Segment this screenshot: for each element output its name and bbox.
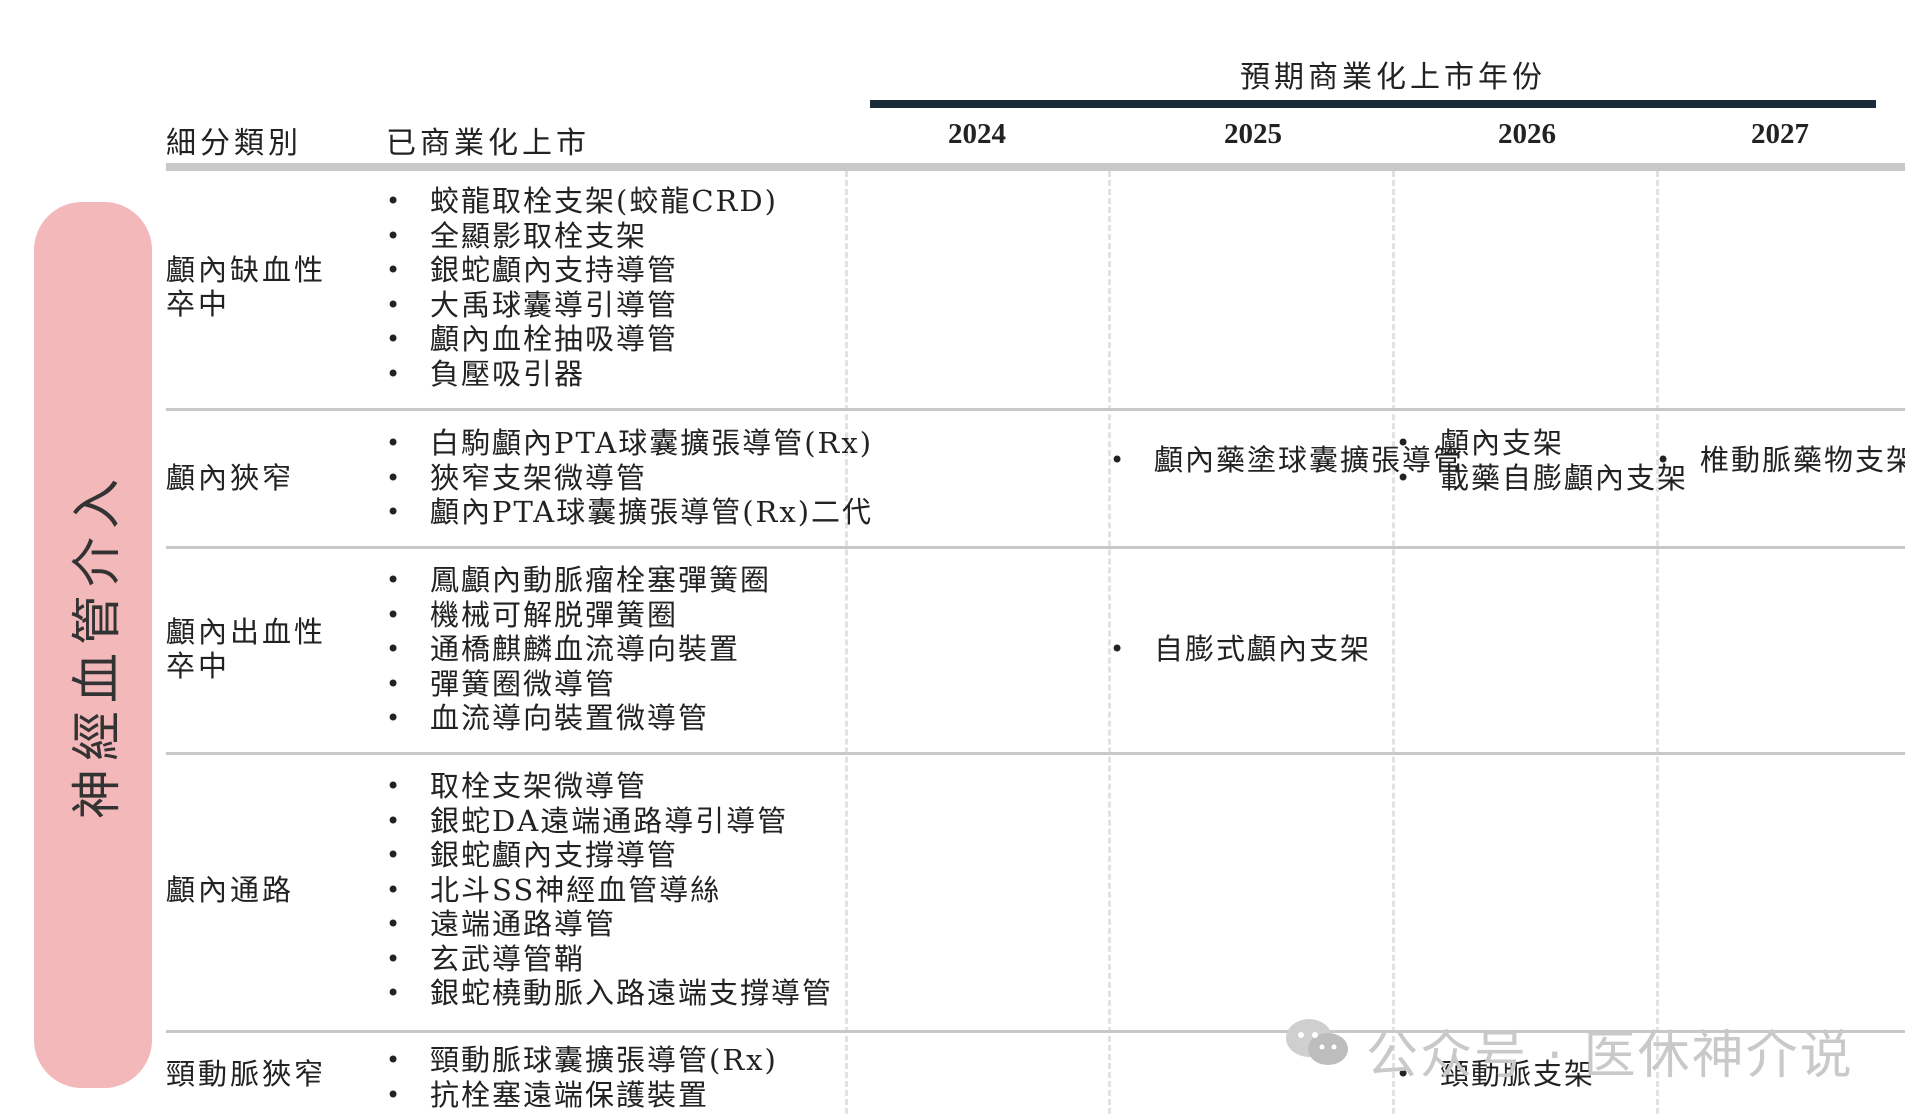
list-item: 銀蛇顱內支持導管 bbox=[386, 253, 778, 288]
list-item: 顱內血栓抽吸導管 bbox=[386, 322, 778, 357]
expected-year-header: 預期商業化上市年份 bbox=[1240, 60, 1546, 95]
list-item: 北斗SS神經血管導絲 bbox=[386, 873, 833, 908]
list-item: 顱內PTA球囊擴張導管(Rx)二代 bbox=[386, 495, 873, 530]
category-ischemic-stroke: 顱內缺血性卒中 bbox=[166, 253, 327, 321]
list-item: 玄武導管鞘 bbox=[386, 942, 833, 977]
marketed-list-carotid: 頸動脈球囊擴張導管(Rx) 抗栓塞遠端保護裝置 bbox=[386, 1043, 778, 1112]
list-item: 銀蛇DA遠端通路導引導管 bbox=[386, 804, 833, 839]
row-separator bbox=[166, 408, 1905, 411]
list-item: 狹窄支架微導管 bbox=[386, 461, 873, 496]
list-item: 血流導向裝置微導管 bbox=[386, 701, 771, 736]
list-item: 載藥自膨顱內支架 bbox=[1396, 461, 1686, 496]
list-item: 白駒顱內PTA球囊擴張導管(Rx) bbox=[386, 426, 873, 461]
list-item: 銀蛇顱內支撐導管 bbox=[386, 838, 833, 873]
marketed-list-ischemic: 蛟龍取栓支架(蛟龍CRD) 全顯影取栓支架 銀蛇顱內支持導管 大禹球囊導引導管 … bbox=[386, 184, 778, 391]
y2027-list-stenosis: 椎動脈藥物支架 bbox=[1656, 443, 1905, 478]
list-item: 頸動脈球囊擴張導管(Rx) bbox=[386, 1043, 778, 1078]
category-carotid-stenosis: 頸動脈狹窄 bbox=[166, 1057, 327, 1091]
year-2026-header: 2026 bbox=[1498, 118, 1556, 150]
list-item: 鳳顱內動脈瘤栓塞彈簧圈 bbox=[386, 563, 771, 598]
watermark-text: 公众号 · 医休神介说 bbox=[1366, 1026, 1854, 1086]
year-2027-header: 2027 bbox=[1751, 118, 1809, 150]
neurovascular-side-label: 神經血管介入 bbox=[34, 202, 152, 1088]
list-item: 通橋麒麟血流導向裝置 bbox=[386, 632, 771, 667]
list-item: 取栓支架微導管 bbox=[386, 769, 833, 804]
category-intracranial-access: 顱內通路 bbox=[166, 873, 295, 907]
row-separator bbox=[166, 752, 1905, 755]
marketed-header: 已商業化上市 bbox=[386, 126, 590, 161]
year-2025-header: 2025 bbox=[1224, 118, 1282, 150]
year-2024-header: 2024 bbox=[948, 118, 1006, 150]
y2025-list-stenosis: 顱內藥塗球囊擴張導管 bbox=[1110, 443, 1462, 478]
category-hemorrhagic-stroke: 顱內出血性卒中 bbox=[166, 615, 327, 683]
marketed-list-stenosis: 白駒顱內PTA球囊擴張導管(Rx) 狹窄支架微導管 顱內PTA球囊擴張導管(Rx… bbox=[386, 426, 873, 530]
list-item: 負壓吸引器 bbox=[386, 357, 778, 392]
column-separator bbox=[1656, 171, 1659, 1114]
row-separator bbox=[166, 546, 1905, 549]
list-item: 機械可解脱彈簧圈 bbox=[386, 598, 771, 633]
category-intracranial-stenosis: 顱內狹窄 bbox=[166, 461, 295, 495]
wechat-icon bbox=[1284, 1016, 1350, 1070]
column-separator bbox=[845, 171, 848, 1114]
list-item: 彈簧圈微導管 bbox=[386, 667, 771, 702]
category-header: 細分類別 bbox=[166, 126, 302, 161]
column-separator bbox=[1392, 171, 1395, 1114]
marketed-list-access: 取栓支架微導管 銀蛇DA遠端通路導引導管 銀蛇顱內支撐導管 北斗SS神經血管導絲… bbox=[386, 769, 833, 1011]
list-item: 全顯影取栓支架 bbox=[386, 219, 778, 254]
expected-year-rule bbox=[870, 100, 1876, 108]
list-item: 大禹球囊導引導管 bbox=[386, 288, 778, 323]
list-item: 椎動脈藥物支架 bbox=[1656, 443, 1905, 478]
header-rule bbox=[166, 163, 1905, 171]
y2025-list-hemorrhagic: 自膨式顱內支架 bbox=[1110, 632, 1380, 667]
list-item: 抗栓塞遠端保護裝置 bbox=[386, 1078, 778, 1113]
list-item: 銀蛇橈動脈入路遠端支撐導管 bbox=[386, 976, 833, 1011]
side-label-text: 神經血管介入 bbox=[68, 471, 126, 819]
list-item: 自膨式顱內支架 bbox=[1110, 632, 1380, 667]
y2026-list-stenosis: 顱內支架 載藥自膨顱內支架 bbox=[1396, 426, 1686, 496]
list-item: 蛟龍取栓支架(蛟龍CRD) bbox=[386, 184, 778, 219]
list-item: 顱內支架 bbox=[1396, 426, 1636, 461]
marketed-list-hemorrhagic: 鳳顱內動脈瘤栓塞彈簧圈 機械可解脱彈簧圈 通橋麒麟血流導向裝置 彈簧圈微導管 血… bbox=[386, 563, 771, 736]
list-item: 顱內藥塗球囊擴張導管 bbox=[1110, 443, 1462, 478]
list-item: 遠端通路導管 bbox=[386, 907, 833, 942]
